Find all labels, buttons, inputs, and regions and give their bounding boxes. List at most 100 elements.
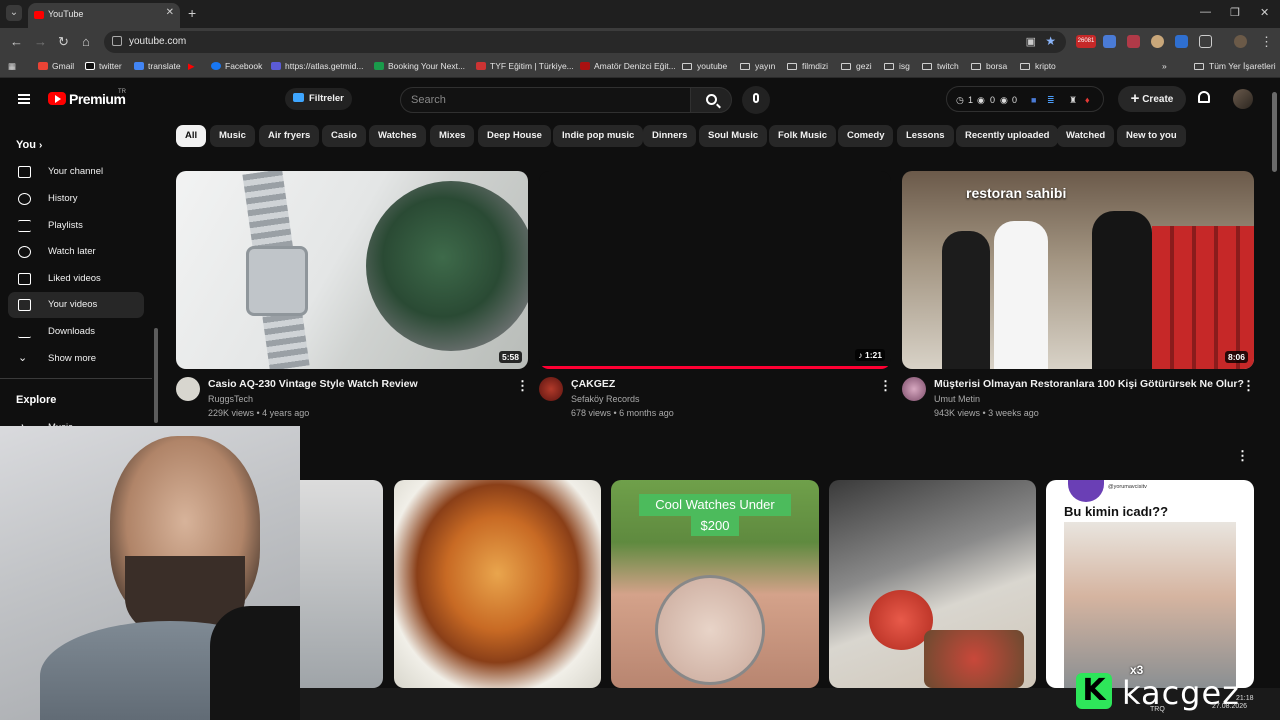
chip-music[interactable]: Music: [210, 125, 255, 147]
bookmark-translate[interactable]: translate: [134, 61, 181, 71]
sidebar-item-playlists[interactable]: Playlists: [8, 213, 144, 239]
bookmark-booking[interactable]: Booking Your Next...: [374, 61, 465, 71]
browser-menu-icon[interactable]: ⋮: [1260, 34, 1273, 50]
bookmark-gmail[interactable]: Gmail: [38, 61, 74, 71]
reload-icon[interactable]: ↻: [58, 34, 69, 50]
sidebar-item-watch-later[interactable]: Watch later: [8, 239, 144, 265]
chip-recently-uploaded[interactable]: Recently uploaded: [956, 125, 1059, 147]
taskbar-time[interactable]: 21:18: [1236, 695, 1254, 702]
extension-icon[interactable]: [1151, 35, 1164, 48]
more-options-icon[interactable]: ⋮: [516, 378, 529, 394]
alert-icon[interactable]: ♦: [1085, 95, 1090, 105]
shorts-thumbnail-icadi[interactable]: @yorumavcisitv Bu kimin icadı?? x3: [1046, 480, 1254, 688]
bookmark-tyf[interactable]: TYF Eğitim | Türkiye...: [476, 61, 574, 71]
url-text[interactable]: youtube.com: [129, 36, 186, 47]
bookmark-facebook[interactable]: Facebook: [211, 61, 262, 71]
bookmark-folder-youtube[interactable]: youtube: [682, 61, 727, 71]
bookmark-atlas[interactable]: https://atlas.getmid...: [271, 61, 363, 71]
chip-lessons[interactable]: Lessons: [897, 125, 954, 147]
bookmark-folder-borsa[interactable]: borsa: [971, 61, 1007, 71]
sidebar-item-your-channel[interactable]: Your channel: [8, 159, 144, 185]
video-thumbnail-cakgez[interactable]: ♪ 1:21: [539, 171, 891, 369]
bookmark-star-icon[interactable]: ★: [1045, 34, 1056, 48]
translate-extension-icon[interactable]: [1103, 35, 1116, 48]
bookmark-folder-kripto[interactable]: kripto: [1020, 61, 1056, 71]
channel-name[interactable]: Sefaköy Records: [571, 394, 640, 404]
search-button[interactable]: [690, 87, 732, 113]
sidebar-item-your-videos[interactable]: Your videos: [8, 292, 144, 318]
youtube-logo-icon[interactable]: [48, 92, 66, 105]
video-thumbnail-restoran[interactable]: restoran sahibi 8:06: [902, 171, 1254, 369]
trophy-icon[interactable]: ♜: [1069, 95, 1077, 106]
close-tab-icon[interactable]: ✕: [166, 7, 174, 18]
chip-casio[interactable]: Casio: [322, 125, 366, 147]
profile-avatar[interactable]: [1234, 35, 1247, 48]
sidebar-scrollbar[interactable]: [154, 328, 158, 423]
restore-icon[interactable]: ❐: [1230, 6, 1240, 19]
bookmark-folder-filmdizi[interactable]: filmdizi: [787, 61, 828, 71]
video-thumbnail-casio[interactable]: 5:58: [176, 171, 528, 369]
chip-mixes[interactable]: Mixes: [430, 125, 475, 147]
channel-name[interactable]: Umut Metin: [934, 394, 980, 404]
menu-icon[interactable]: [18, 94, 30, 104]
youtube-premium-logo[interactable]: Premium: [69, 91, 126, 107]
new-tab-icon[interactable]: +: [188, 5, 196, 21]
shorts-thumbnail-chicken[interactable]: [394, 480, 601, 688]
extensions-puzzle-icon[interactable]: [1199, 35, 1212, 48]
sidebar-item-show-more[interactable]: ⌄ Show more: [8, 346, 144, 372]
channel-avatar[interactable]: [539, 377, 563, 401]
search-input[interactable]: [411, 94, 671, 106]
extension-stats[interactable]: ◷ 1 ◉ 0 ◉ 0 ■ ≣ ♜ ♦: [946, 86, 1104, 112]
notifications-icon[interactable]: [1198, 91, 1210, 103]
extension-icon[interactable]: ≣: [1047, 95, 1055, 106]
close-window-icon[interactable]: ✕: [1260, 6, 1269, 19]
back-icon[interactable]: ←: [10, 34, 23, 49]
chip-new-to-you[interactable]: New to you: [1117, 125, 1186, 147]
bookmark-folder-twitch[interactable]: twitch: [922, 61, 959, 71]
account-avatar[interactable]: [1233, 89, 1253, 109]
cast-icon[interactable]: ▣: [1026, 35, 1036, 48]
taskbar-date[interactable]: 27.08.2026: [1212, 703, 1247, 710]
chip-all[interactable]: All: [176, 125, 207, 147]
site-info-icon[interactable]: [112, 36, 122, 46]
extension-icon[interactable]: ■: [1031, 95, 1036, 105]
filters-button[interactable]: Filtreler: [285, 88, 352, 110]
sidebar-item-liked-videos[interactable]: Liked videos: [8, 266, 144, 292]
apps-icon[interactable]: ▦: [8, 61, 16, 72]
shorts-thumbnail-office[interactable]: [300, 480, 383, 688]
shelf-more-options-icon[interactable]: ⋮: [1236, 448, 1249, 464]
shorts-thumbnail-watch[interactable]: Cool Watches Under $200: [611, 480, 819, 688]
video-title[interactable]: Casio AQ-230 Vintage Style Watch Review: [208, 378, 418, 390]
video-title[interactable]: ÇAKGEZ: [571, 378, 615, 390]
create-button[interactable]: + Create: [1118, 86, 1186, 112]
browser-tab-youtube[interactable]: YouTube ✕: [28, 3, 180, 28]
channel-avatar[interactable]: [902, 377, 926, 401]
video-title[interactable]: Müşterisi Olmayan Restoranlara 100 Kişi …: [934, 378, 1244, 390]
extension-icon[interactable]: [1127, 35, 1140, 48]
address-bar[interactable]: youtube.com ▣ ★: [104, 31, 1066, 53]
sidebar-item-downloads[interactable]: Downloads: [8, 319, 144, 345]
bookmark-youtube-icon[interactable]: ▶: [188, 61, 195, 72]
forward-icon[interactable]: →: [34, 34, 47, 49]
bookmark-folder-gezi[interactable]: gezi: [841, 61, 872, 71]
bookmark-folder-isg[interactable]: isg: [884, 61, 910, 71]
chip-indie-pop-music[interactable]: Indie pop music: [553, 125, 644, 147]
all-bookmarks[interactable]: Tüm Yer İşaretleri: [1194, 61, 1276, 71]
voice-search-button[interactable]: [742, 86, 770, 114]
chip-folk-music[interactable]: Folk Music: [769, 125, 837, 147]
chip-comedy[interactable]: Comedy: [838, 125, 894, 147]
chip-watched[interactable]: Watched: [1057, 125, 1115, 147]
page-scrollbar[interactable]: [1272, 92, 1277, 172]
shorts-thumbnail-tomato[interactable]: [829, 480, 1036, 688]
tab-search-icon[interactable]: ⌄: [6, 5, 22, 21]
chip-soul-music[interactable]: Soul Music: [699, 125, 768, 147]
keyboard-language[interactable]: TRQ: [1150, 706, 1165, 713]
chip-air-fryers[interactable]: Air fryers: [259, 125, 320, 147]
bookmarks-overflow-icon[interactable]: »: [1162, 61, 1167, 71]
minimize-icon[interactable]: —: [1200, 6, 1211, 18]
channel-name[interactable]: RuggsTech: [208, 394, 253, 404]
more-options-icon[interactable]: ⋮: [879, 378, 892, 394]
search-box[interactable]: [400, 87, 691, 113]
bookmark-twitter[interactable]: twitter: [85, 61, 122, 71]
sidebar-you-header[interactable]: You ›: [16, 139, 42, 151]
